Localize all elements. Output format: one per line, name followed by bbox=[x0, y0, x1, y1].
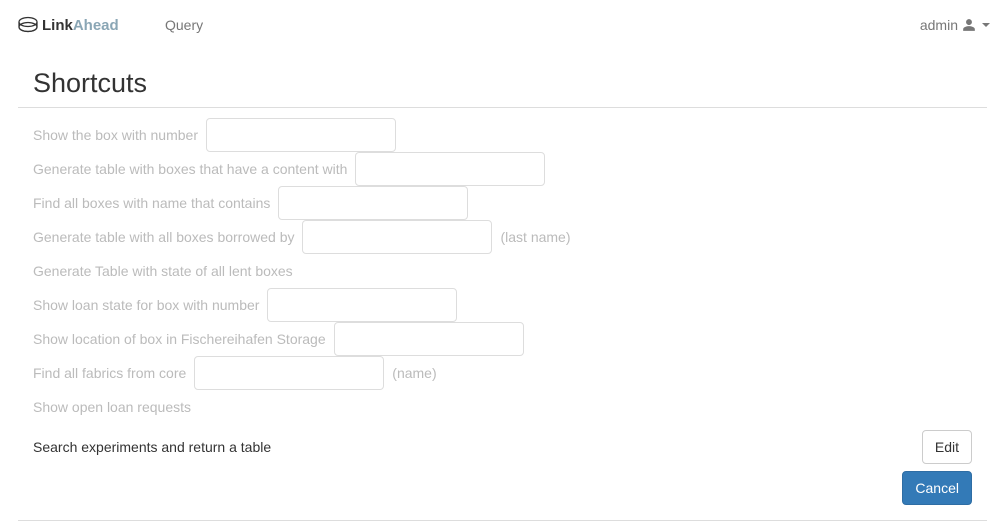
shortcut-row: Show location of box in Fischereihafen S… bbox=[33, 322, 972, 356]
shortcut-label: Show open loan requests bbox=[33, 390, 191, 424]
shortcut-row: Find all fabrics from core (name) bbox=[33, 356, 972, 390]
cancel-button[interactable]: Cancel bbox=[902, 471, 972, 505]
shortcut-label: Show the box with number bbox=[33, 118, 198, 152]
shortcuts-panel: Show the box with number Generate table … bbox=[18, 107, 987, 521]
shortcut-row: Generate table with boxes that have a co… bbox=[33, 152, 972, 186]
shortcut-row: Generate Table with state of all lent bo… bbox=[33, 254, 972, 288]
navbar: LinkAhead Query admin bbox=[0, 0, 1005, 50]
svg-text:LinkAhead: LinkAhead bbox=[42, 17, 119, 34]
shortcut-input bbox=[267, 288, 457, 322]
brand-logo[interactable]: LinkAhead bbox=[15, 11, 130, 39]
shortcut-input bbox=[206, 118, 396, 152]
main-container: Shortcuts Show the box with number Gener… bbox=[0, 50, 1005, 521]
shortcut-input bbox=[194, 356, 384, 390]
button-row: Cancel bbox=[33, 471, 972, 505]
shortcut-input bbox=[355, 152, 545, 186]
shortcut-suffix: (name) bbox=[392, 356, 436, 390]
shortcut-label: Generate Table with state of all lent bo… bbox=[33, 254, 293, 288]
shortcut-label: Show loan state for box with number bbox=[33, 288, 259, 322]
shortcut-label: Find all fabrics from core bbox=[33, 356, 186, 390]
user-icon bbox=[962, 18, 976, 32]
edit-button[interactable]: Edit bbox=[922, 430, 972, 464]
shortcut-input bbox=[278, 186, 468, 220]
caret-icon bbox=[982, 23, 990, 27]
nav-query[interactable]: Query bbox=[150, 2, 218, 48]
shortcut-row: Generate table with all boxes borrowed b… bbox=[33, 220, 972, 254]
active-shortcut-row: Search experiments and return a table Ed… bbox=[33, 430, 972, 464]
shortcut-row: Find all boxes with name that contains bbox=[33, 186, 972, 220]
user-label: admin bbox=[920, 17, 958, 33]
shortcut-label: Generate table with boxes that have a co… bbox=[33, 152, 347, 186]
shortcut-label: Generate table with all boxes borrowed b… bbox=[33, 220, 294, 254]
shortcut-label: Show location of box in Fischereihafen S… bbox=[33, 322, 326, 356]
shortcut-row: Show loan state for box with number bbox=[33, 288, 972, 322]
shortcut-input bbox=[334, 322, 524, 356]
shortcut-row: Show open loan requests bbox=[33, 390, 972, 424]
shortcut-row: Show the box with number bbox=[33, 118, 972, 152]
logo-icon bbox=[19, 18, 37, 32]
shortcuts-title: Shortcuts bbox=[33, 68, 987, 99]
shortcut-suffix: (last name) bbox=[500, 220, 570, 254]
shortcut-label: Find all boxes with name that contains bbox=[33, 186, 270, 220]
user-menu[interactable]: admin bbox=[920, 2, 990, 48]
active-shortcut-label: Search experiments and return a table bbox=[33, 439, 271, 455]
shortcut-input bbox=[302, 220, 492, 254]
